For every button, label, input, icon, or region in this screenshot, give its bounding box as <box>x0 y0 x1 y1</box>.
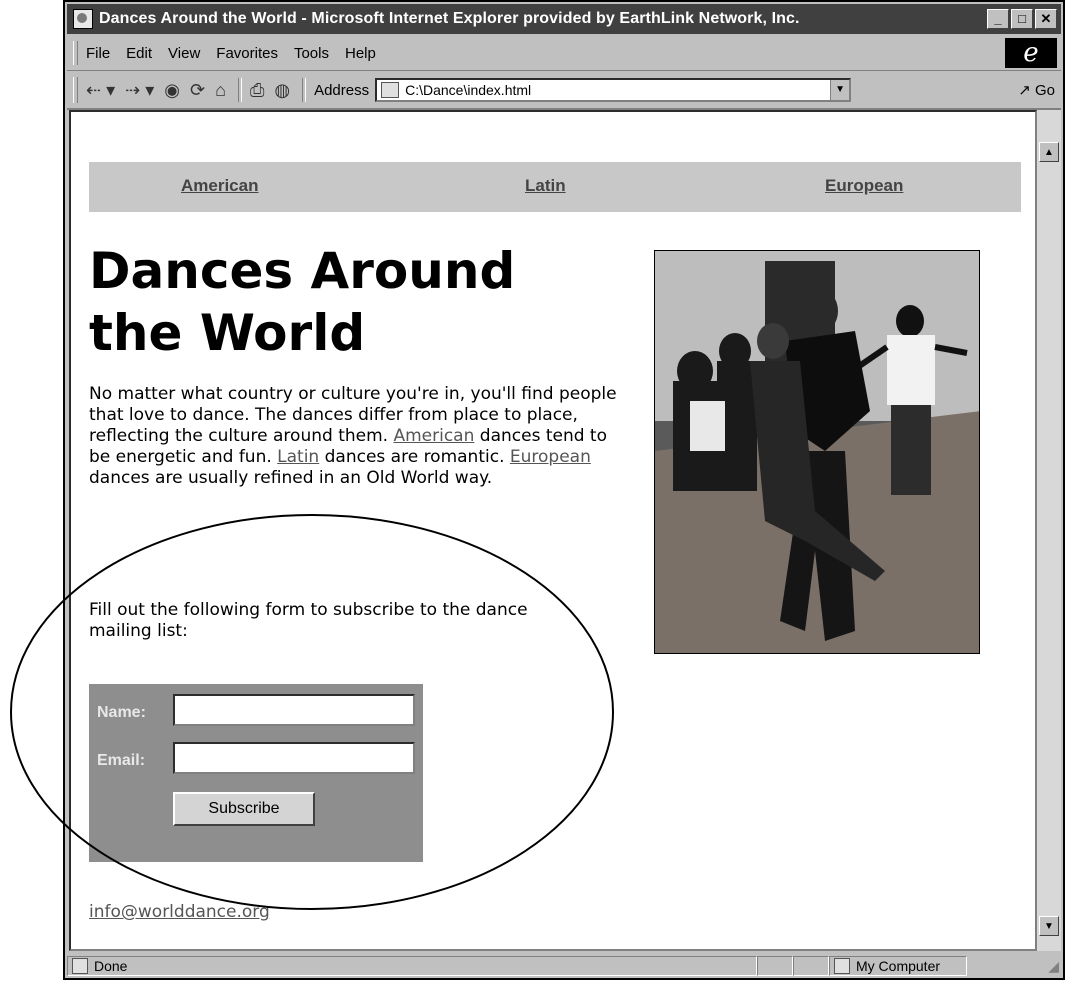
contact-email-link[interactable]: info@worlddance.org <box>89 902 270 922</box>
maximize-button[interactable]: □ <box>1011 9 1033 29</box>
refresh-icon[interactable]: ⟳ <box>190 80 205 100</box>
status-text-cell: Done <box>67 956 757 976</box>
subscribe-form: Name: Email: Subscribe <box>89 684 423 862</box>
name-label: Name: <box>97 704 146 721</box>
toolbar-grip <box>73 77 78 103</box>
status-cell-empty <box>793 956 829 976</box>
page-icon <box>381 82 400 98</box>
nav-link-european[interactable]: European <box>825 176 903 196</box>
ie-throbber-icon: e <box>1005 38 1057 68</box>
intro-text-4: dances are usually refined in an Old Wor… <box>89 468 493 488</box>
address-value[interactable]: C:\Dance\index.html <box>405 82 531 98</box>
ie-app-icon <box>73 9 93 29</box>
status-bar: Done My Computer ◢ <box>67 954 1061 978</box>
name-field[interactable] <box>173 694 415 726</box>
toolbar-separator <box>237 78 242 102</box>
status-zone-cell: My Computer <box>829 956 967 976</box>
dance-photo <box>654 250 980 654</box>
status-zone: My Computer <box>856 958 941 974</box>
scroll-up-icon[interactable]: ▲ <box>1039 142 1059 162</box>
go-button[interactable]: ↗ Go <box>1018 81 1055 99</box>
email-label: Email: <box>97 752 146 769</box>
title-bar: Dances Around the World - Microsoft Inte… <box>67 4 1061 34</box>
browser-window: Dances Around the World - Microsoft Inte… <box>63 0 1065 980</box>
intro-link-european[interactable]: European <box>510 447 591 467</box>
globe-icon[interactable]: ◍ <box>274 80 290 100</box>
intro-link-american[interactable]: American <box>393 426 474 446</box>
page-viewport: American Latin European Dances Around th… <box>69 110 1037 951</box>
home-icon[interactable]: ⌂ <box>215 80 226 100</box>
nav-bar: American Latin European <box>89 162 1021 212</box>
email-field[interactable] <box>173 742 415 774</box>
forward-arrow-icon[interactable]: ⇢ ▾ <box>125 80 154 100</box>
toolbar: ⇠ ▾ ⇢ ▾ ◉ ⟳ ⌂ ⎙ ◍ Address C:\Dance\index… <box>67 72 1061 110</box>
address-bar[interactable]: C:\Dance\index.html ▼ <box>375 78 852 102</box>
intro-link-latin[interactable]: Latin <box>277 447 319 467</box>
page-done-icon <box>72 958 88 974</box>
print-icon[interactable]: ⎙ <box>250 80 264 100</box>
nav-link-american[interactable]: American <box>181 176 258 196</box>
address-label: Address <box>314 81 370 99</box>
subscribe-button[interactable]: Subscribe <box>173 792 315 826</box>
nav-link-latin[interactable]: Latin <box>525 176 566 196</box>
status-text: Done <box>94 958 128 974</box>
menu-file[interactable]: File <box>86 45 110 62</box>
menu-edit[interactable]: Edit <box>126 45 152 62</box>
menubar-grip <box>73 41 78 65</box>
close-button[interactable]: ✕ <box>1035 9 1057 29</box>
toolbar-separator <box>302 78 307 102</box>
go-label: Go <box>1034 82 1055 99</box>
computer-icon <box>834 958 850 974</box>
stop-icon[interactable]: ◉ <box>164 80 180 100</box>
go-arrow-icon: ↗ <box>1018 82 1031 99</box>
resize-grip-icon[interactable]: ◢ <box>1048 958 1059 975</box>
scroll-down-icon[interactable]: ▼ <box>1039 916 1059 936</box>
menu-view[interactable]: View <box>168 45 200 62</box>
form-intro-text: Fill out the following form to subscribe… <box>89 600 528 641</box>
chevron-down-icon[interactable]: ▼ <box>830 80 850 100</box>
menu-bar: File Edit View Favorites Tools Help e <box>67 36 1061 71</box>
status-cell-empty <box>757 956 793 976</box>
dance-photo-illustration <box>655 251 979 653</box>
intro-text-3: dances are romantic. <box>319 447 510 467</box>
window-title: Dances Around the World - Microsoft Inte… <box>99 10 800 27</box>
page-title: Dances Around the World <box>89 242 516 362</box>
menu-help[interactable]: Help <box>345 45 376 62</box>
minimize-button[interactable]: _ <box>987 9 1009 29</box>
intro-paragraph: No matter what country or culture you're… <box>89 384 617 489</box>
menu-tools[interactable]: Tools <box>294 45 329 62</box>
menu-favorites[interactable]: Favorites <box>216 45 278 62</box>
back-arrow-icon[interactable]: ⇠ ▾ <box>86 80 115 100</box>
vertical-scrollbar[interactable]: ▲ ▼ <box>1037 110 1061 951</box>
